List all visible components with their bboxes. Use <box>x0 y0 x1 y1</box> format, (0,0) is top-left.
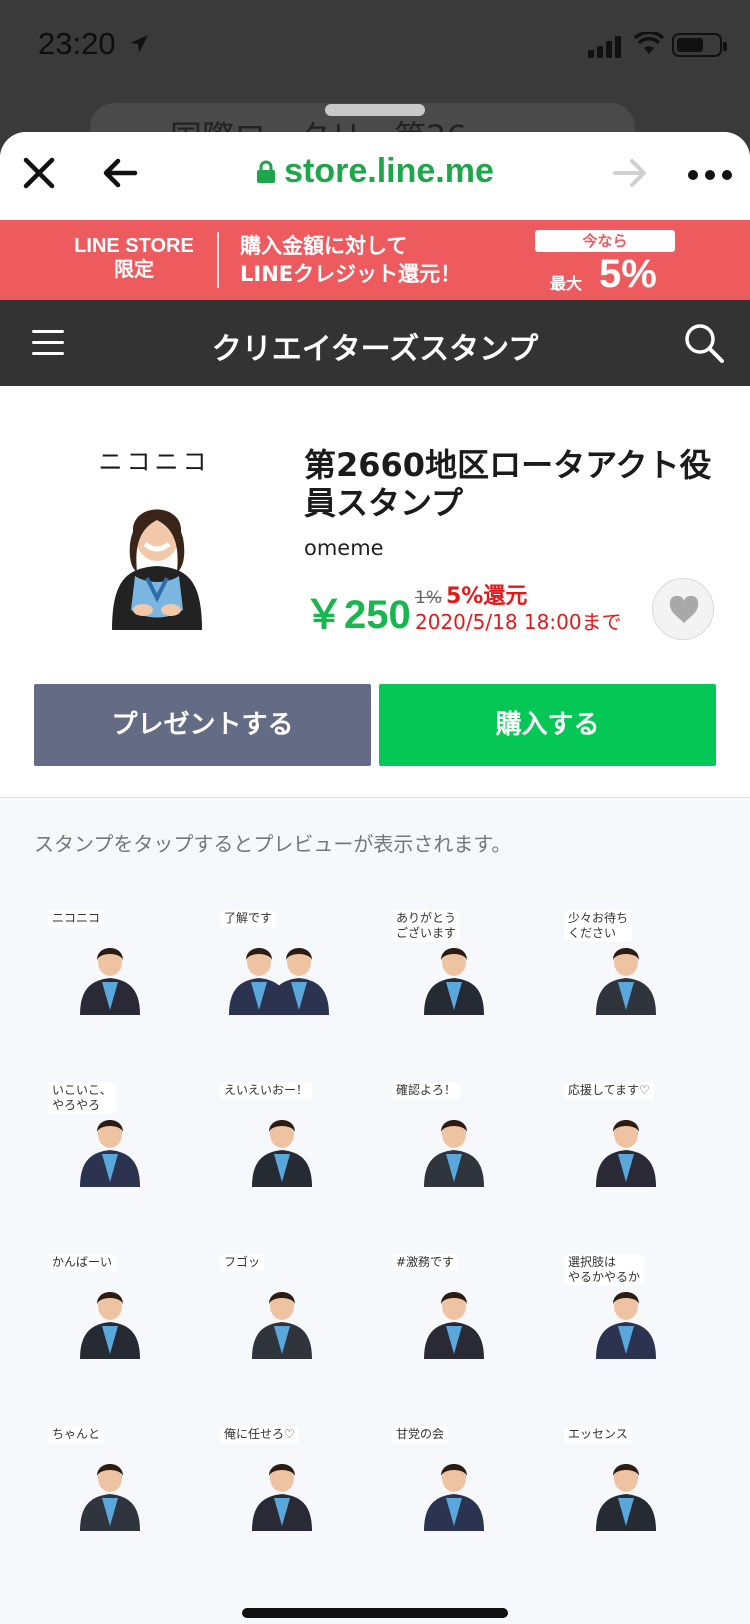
battery-icon <box>672 33 727 57</box>
sticker-caption: いこいこ、 やろやろ <box>48 1082 116 1114</box>
sticker-item[interactable]: #激務です <box>386 1254 516 1374</box>
sheet-drag-handle[interactable] <box>325 104 425 116</box>
url-text: store.line.me <box>284 152 494 190</box>
sticker-person-image <box>252 1120 312 1187</box>
sticker-caption: 選択肢は やるかやるか <box>564 1254 645 1286</box>
sticker-person-image <box>252 1464 312 1531</box>
sticker-caption: かんばーい <box>48 1254 117 1271</box>
buy-button[interactable]: 購入する <box>379 684 716 766</box>
more-options-icon[interactable] <box>688 170 732 180</box>
lock-icon <box>257 160 276 183</box>
sticker-person-image <box>80 948 140 1015</box>
cellular-signal-icon <box>588 34 624 58</box>
sticker-person-image <box>424 1120 484 1187</box>
sticker-preview-section: スタンプをタップするとプレビューが表示されます。 ニコニコ 了解です ありがとう ご… <box>0 798 750 1624</box>
sticker-item[interactable]: ありがとう ございます <box>386 910 516 1030</box>
sticker-person-image <box>424 1292 484 1359</box>
location-arrow-icon <box>130 35 148 53</box>
sticker-person-image <box>596 1120 656 1187</box>
status-bar: 23:20 <box>0 0 750 92</box>
sticker-item[interactable]: 選択肢は やるかやるか <box>558 1254 688 1374</box>
sticker-person-image <box>112 509 202 630</box>
rebate-deadline: 2020/5/18 18:00まで <box>415 610 622 634</box>
gift-button[interactable]: プレゼントする <box>34 684 371 766</box>
sticker-caption: えいえいおー！ <box>220 1082 313 1099</box>
promo-store-label: LINE STORE 限定 <box>74 235 194 281</box>
sticker-item[interactable]: ニコニコ <box>42 910 172 1030</box>
sticker-person-image <box>424 1464 484 1531</box>
promo-percent: 5% <box>599 252 657 296</box>
sticker-caption: 確認よろ！ <box>392 1082 461 1099</box>
category-title: クリエイターズスタンプ <box>211 332 539 367</box>
favorite-button[interactable] <box>652 578 714 640</box>
sticker-item[interactable]: フゴッ <box>214 1254 344 1374</box>
main-sticker-caption: ニコニコ <box>98 448 211 476</box>
sticker-item[interactable]: ちゃんと <box>42 1426 172 1546</box>
sticker-item[interactable]: えいえいおー！ <box>214 1082 344 1202</box>
status-time: 23:20 <box>38 26 116 61</box>
sticker-item[interactable]: 確認よろ！ <box>386 1082 516 1202</box>
sticker-caption: 甘党の会 <box>392 1426 449 1443</box>
product-main-image[interactable]: ニコニコ <box>72 442 237 638</box>
sticker-caption: 応援してます♡ <box>564 1082 654 1099</box>
sticker-person-image <box>252 1292 312 1359</box>
product-author[interactable]: omeme <box>304 536 384 560</box>
sticker-person-image <box>229 948 329 1015</box>
preview-hint: スタンプをタップするとプレビューが表示されます。 <box>34 832 512 856</box>
old-rebate: 1% <box>415 588 442 608</box>
sticker-person-image <box>596 1464 656 1531</box>
sticker-item[interactable]: いこいこ、 やろやろ <box>42 1082 172 1202</box>
heart-icon <box>669 596 699 623</box>
browser-nav-bar: store.line.me <box>0 132 750 220</box>
sticker-caption: ありがとう ございます <box>392 910 461 942</box>
forward-arrow-icon[interactable] <box>612 156 648 190</box>
sticker-item[interactable]: 応援してます♡ <box>558 1082 688 1202</box>
sticker-caption: 俺に任せろ♡ <box>220 1426 299 1443</box>
sticker-caption: エッセンス <box>564 1426 632 1443</box>
sticker-caption: ニコニコ <box>48 910 105 927</box>
sticker-item[interactable]: エッセンス <box>558 1426 688 1546</box>
sticker-item[interactable]: 甘党の会 <box>386 1426 516 1546</box>
search-icon[interactable] <box>683 322 725 364</box>
promo-max-label: 最大 <box>550 274 583 293</box>
wifi-icon <box>634 32 664 54</box>
sticker-person-image <box>80 1292 140 1359</box>
sticker-item[interactable]: 俺に任せろ♡ <box>214 1426 344 1546</box>
product-detail: ニコニコ 第2660地区ロータアクト役員スタンプ omeme ￥250 1% 5%… <box>0 386 750 798</box>
sticker-item[interactable]: 了解です <box>214 910 344 1030</box>
sticker-caption: 了解です <box>220 910 277 927</box>
sticker-person-image <box>80 1464 140 1531</box>
sticker-caption: 少々お待ち ください <box>564 910 633 942</box>
sticker-item[interactable]: かんばーい <box>42 1254 172 1374</box>
home-indicator <box>242 1608 508 1618</box>
sticker-caption: フゴッ <box>220 1254 265 1271</box>
sticker-caption: ちゃんと <box>48 1426 105 1443</box>
product-price: ￥250 <box>304 593 411 637</box>
promo-now-badge: 今なら <box>535 230 675 252</box>
promo-divider <box>217 232 219 288</box>
browser-sheet: store.line.me LINE STORE 限定 購入金額に対して LIN… <box>0 132 750 1624</box>
sticker-caption: #激務です <box>392 1254 459 1271</box>
product-title: 第2660地区ロータアクト役員スタンプ <box>304 446 712 522</box>
promo-banner[interactable]: LINE STORE 限定 購入金額に対して LINEクレジット還元！ 今なら … <box>0 220 750 300</box>
sticker-item[interactable]: 少々お待ち ください <box>558 910 688 1030</box>
rebate-info: 1% 5%還元 2020/5/18 18:00まで <box>415 584 622 635</box>
category-header: クリエイターズスタンプ <box>0 300 750 386</box>
promo-message: 購入金額に対して LINEクレジット還元！ <box>240 234 462 286</box>
new-rebate: 5%還元 <box>445 584 528 609</box>
